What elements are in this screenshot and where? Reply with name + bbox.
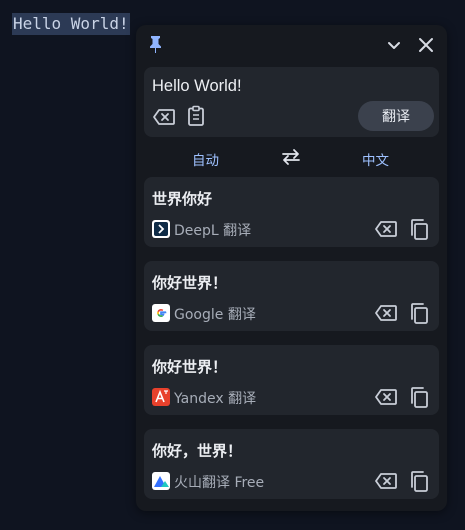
volcano-icon (152, 472, 170, 490)
copy-icon[interactable] (408, 470, 430, 492)
service-name: Yandex 翻译 (174, 391, 257, 407)
google-icon (152, 304, 170, 322)
copy-icon[interactable] (408, 302, 430, 324)
copy-icon[interactable] (408, 386, 430, 408)
source-text-input[interactable]: Hello World! (152, 77, 242, 96)
translate-button[interactable]: 翻译 (358, 101, 434, 131)
clipboard-icon[interactable] (186, 105, 206, 127)
result-card-deepl: 世界你好 DeepL 翻译 (144, 177, 439, 247)
source-language-select[interactable]: 自动 (192, 149, 219, 169)
translator-popup: Hello World! 翻译 自动 中文 世界你好 DeepL 翻译 你好世界… (136, 25, 447, 511)
popup-titlebar (136, 25, 447, 65)
service-name: 火山翻译 Free (174, 475, 265, 491)
clear-result-icon[interactable] (374, 472, 398, 490)
service-name: DeepL 翻译 (174, 223, 252, 239)
result-card-google: 你好世界！ Google 翻译 (144, 261, 439, 331)
selected-text: Hello World! (12, 13, 130, 35)
clear-result-icon[interactable] (374, 304, 398, 322)
clear-result-icon[interactable] (374, 388, 398, 406)
language-selector: 自动 中文 (136, 143, 447, 171)
result-text: 你好世界！ (152, 274, 228, 292)
clear-input-icon[interactable] (152, 107, 176, 127)
clear-result-icon[interactable] (374, 220, 398, 238)
source-input-card: Hello World! 翻译 (144, 67, 439, 137)
close-icon[interactable] (416, 35, 436, 55)
result-text: 你好世界！ (152, 358, 228, 376)
target-language-select[interactable]: 中文 (362, 149, 389, 169)
yandex-icon (152, 388, 170, 406)
copy-icon[interactable] (408, 218, 430, 240)
result-card-volcano: 你好，世界！ 火山翻译 Free (144, 429, 439, 499)
deepl-icon (152, 220, 170, 238)
result-text: 世界你好 (152, 190, 213, 208)
service-name: Google 翻译 (174, 307, 256, 323)
swap-languages-icon[interactable] (280, 147, 302, 167)
result-text: 你好，世界！ (152, 442, 243, 460)
pin-icon[interactable] (146, 34, 166, 54)
result-card-yandex: 你好世界！ Yandex 翻译 (144, 345, 439, 415)
chevron-down-icon[interactable] (385, 36, 403, 54)
